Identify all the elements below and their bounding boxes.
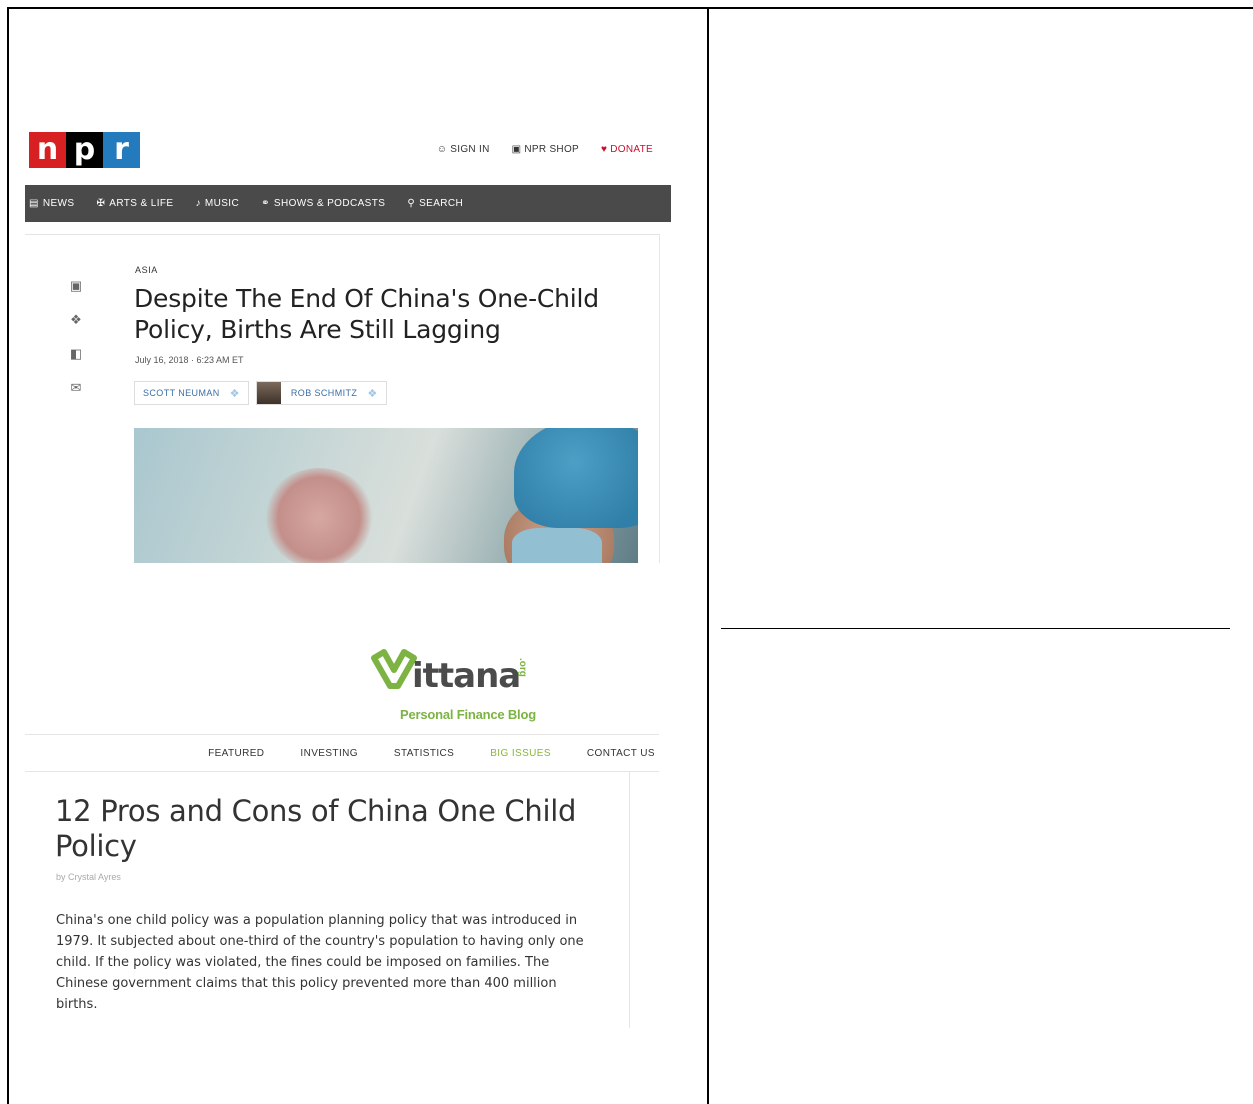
- npr-shop-label: NPR SHOP: [524, 144, 580, 155]
- npr-utility-links: ☺ SIGN IN ▣ NPR SHOP ♥ DONATE: [437, 144, 653, 155]
- vittana-article-body: China's one child policy was a populatio…: [56, 913, 584, 1012]
- vittana-logo-word: ittana: [412, 656, 521, 696]
- byline-scott-neuman[interactable]: SCOTT NEUMAN ❖: [134, 381, 249, 405]
- vittana-article-screenshot: ittana .org Personal Finance Blog FEATUR…: [25, 630, 671, 1030]
- shopping-bag-icon: ▣: [511, 143, 522, 155]
- avatar: [256, 382, 281, 404]
- vittana-main-nav: FEATURED INVESTING STATISTICS BIG ISSUES…: [25, 734, 659, 772]
- vittana-logo-mark-icon: [371, 649, 417, 689]
- article-headline: Despite The End Of China's One-Child Pol…: [134, 284, 599, 344]
- npr-logo-p: p: [66, 132, 103, 168]
- article-dateline: July 16, 2018 · 6:23 AM ET: [135, 355, 244, 365]
- nav-big-issues[interactable]: BIG ISSUES: [490, 748, 551, 759]
- twitter-icon[interactable]: ❖: [367, 387, 377, 400]
- vittana-tagline: Personal Finance Blog: [400, 707, 536, 722]
- nav-news[interactable]: ▤ NEWS: [29, 198, 74, 209]
- nav-search-label: SEARCH: [419, 198, 464, 209]
- nav-contact-us[interactable]: CONTACT US: [587, 748, 655, 759]
- flipboard-icon[interactable]: ◧: [69, 347, 83, 361]
- news-icon: ▤: [29, 197, 39, 209]
- nav-arts-life-label: ARTS & LIFE: [109, 198, 174, 209]
- twitter-icon[interactable]: ❖: [69, 313, 83, 327]
- article-slug[interactable]: ASIA: [135, 265, 158, 275]
- search-icon: ⚲: [407, 197, 416, 209]
- nav-music-label: MUSIC: [204, 198, 240, 209]
- share-tools: ▣ ❖ ◧ ✉: [69, 279, 83, 395]
- facebook-icon[interactable]: ▣: [69, 279, 83, 293]
- vittana-logo[interactable]: ittana .org Personal Finance Blog: [368, 644, 548, 722]
- article-hero-image: [134, 428, 638, 563]
- email-icon[interactable]: ✉: [69, 381, 83, 395]
- nav-investing[interactable]: INVESTING: [300, 748, 358, 759]
- vittana-article-title: 12 Pros and Cons of China One Child Poli…: [55, 794, 577, 863]
- answer-line: [721, 628, 1230, 629]
- npr-logo-n: n: [29, 132, 66, 168]
- nav-shows-podcasts[interactable]: ⚭ SHOWS & PODCASTS: [261, 198, 385, 209]
- nav-arts-life[interactable]: ✠ ARTS & LIFE: [96, 198, 173, 209]
- npr-logo-r: r: [103, 132, 140, 168]
- nav-news-label: NEWS: [42, 198, 75, 209]
- byline-rob-schmitz[interactable]: ROB SCHMITZ ❖: [255, 381, 387, 405]
- panel-divider: [707, 7, 709, 1104]
- heart-icon: ♥: [601, 143, 608, 155]
- npr-article-screenshot: n p r ☺ SIGN IN ▣ NPR SHOP ♥ DONATE ▤ NE…: [25, 120, 671, 563]
- donate-link[interactable]: ♥ DONATE: [601, 144, 653, 155]
- nav-featured[interactable]: FEATURED: [208, 748, 264, 759]
- nav-music[interactable]: ♪ MUSIC: [195, 198, 239, 209]
- article-bylines: SCOTT NEUMAN ❖ ROB SCHMITZ ❖: [134, 381, 387, 405]
- arts-icon: ✠: [96, 197, 106, 209]
- sign-in-label: SIGN IN: [450, 144, 490, 155]
- npr-main-nav: ▤ NEWS ✠ ARTS & LIFE ♪ MUSIC ⚭ SHOWS & P…: [25, 185, 671, 222]
- nav-statistics[interactable]: STATISTICS: [394, 748, 454, 759]
- surgical-cap-shape: [514, 428, 638, 528]
- music-icon: ♪: [195, 197, 201, 209]
- npr-shop-link[interactable]: ▣ NPR SHOP: [512, 144, 579, 155]
- nav-shows-podcasts-label: SHOWS & PODCASTS: [273, 198, 386, 209]
- user-icon: ☺: [436, 143, 448, 155]
- nav-search[interactable]: ⚲ SEARCH: [407, 198, 463, 209]
- sign-in-link[interactable]: ☺ SIGN IN: [437, 144, 490, 155]
- donate-label: DONATE: [610, 144, 653, 155]
- npr-article-card: ▣ ❖ ◧ ✉ ASIA Despite The End Of China's …: [25, 234, 660, 563]
- twitter-icon[interactable]: ❖: [230, 387, 240, 400]
- npr-logo[interactable]: n p r: [29, 132, 140, 168]
- headphones-icon: ⚭: [261, 197, 270, 209]
- newborn-shape: [264, 468, 374, 563]
- byline-name: SCOTT NEUMAN: [143, 388, 220, 398]
- vittana-logo-suffix: .org: [517, 658, 528, 677]
- byline-name: ROB SCHMITZ: [290, 388, 358, 398]
- vittana-article-author[interactable]: by Crystal Ayres: [56, 872, 121, 882]
- vittana-article: 12 Pros and Cons of China One Child Poli…: [25, 772, 630, 1028]
- surgical-mask-shape: [512, 528, 602, 563]
